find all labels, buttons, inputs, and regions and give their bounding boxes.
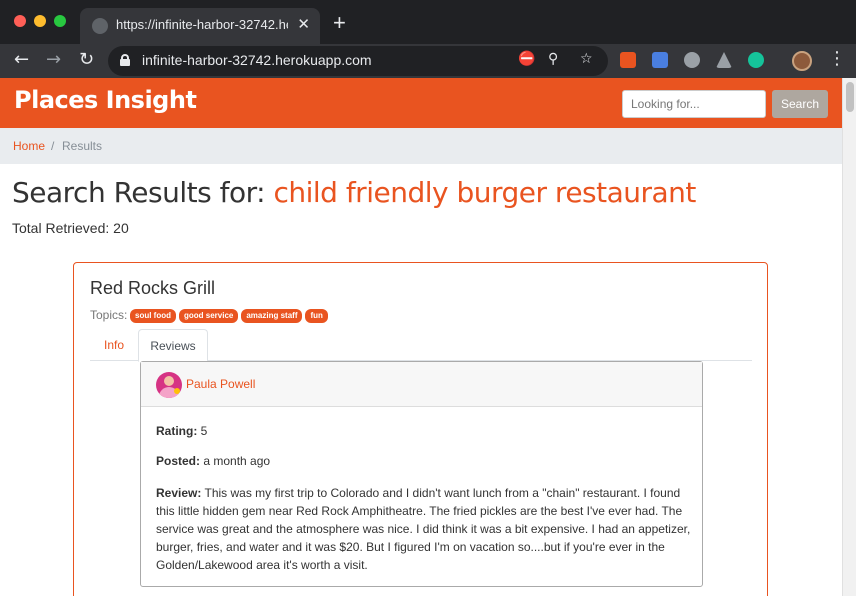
extension-shopping-icon[interactable] xyxy=(620,52,636,68)
place-tabs: Info Reviews xyxy=(90,329,752,362)
posted-value: a month ago xyxy=(203,454,271,468)
zoom-icon[interactable]: ⚲ xyxy=(548,51,558,67)
menu-dots-icon[interactable]: ⋮ xyxy=(828,48,846,69)
review-posted: Posted: a month ago xyxy=(156,454,270,468)
review-rating: Rating: 5 xyxy=(156,424,207,438)
topic-badge: good service xyxy=(179,309,239,323)
scrollbar-thumb[interactable] xyxy=(846,82,854,112)
url-text[interactable]: infinite-harbor-32742.herokuapp.com xyxy=(142,52,372,68)
reviewer-name[interactable]: Paula Powell xyxy=(186,377,255,391)
breadcrumb: Home / Results xyxy=(0,128,842,164)
topic-badge: amazing staff xyxy=(241,309,303,323)
breadcrumb-separator: / xyxy=(51,139,55,153)
posted-label: Posted: xyxy=(156,454,201,468)
globe-icon xyxy=(92,18,108,34)
browser-toolbar: ← → ↻ infinite-harbor-32742.herokuapp.co… xyxy=(0,44,856,78)
extension-chat-icon[interactable] xyxy=(684,52,700,68)
place-name: Red Rocks Grill xyxy=(90,278,216,298)
lock-icon[interactable] xyxy=(120,54,130,66)
back-arrow-icon[interactable]: ← xyxy=(14,49,29,70)
tab-title: https://infinite-harbor-32742.herokuapp.… xyxy=(116,17,288,32)
tab-info[interactable]: Info xyxy=(90,329,138,361)
topics-list: soul food good service amazing staff fun xyxy=(130,309,328,323)
topic-badge: soul food xyxy=(130,309,176,323)
site-navbar: Places Insight Search xyxy=(0,78,842,128)
minimize-window-button[interactable] xyxy=(34,15,46,27)
site-brand[interactable]: Places Insight xyxy=(14,86,197,114)
page-scrollbar[interactable] xyxy=(842,78,856,596)
review-card: Paula Powell Rating: 5 Posted: a month a… xyxy=(140,361,703,587)
page-title: Search Results for: child friendly burge… xyxy=(12,176,696,209)
blocked-content-icon[interactable]: ⛔ xyxy=(518,51,535,67)
review-header: Paula Powell xyxy=(141,362,702,407)
topic-badge: fun xyxy=(305,309,328,323)
avatar xyxy=(156,372,182,398)
review-body: Review: This was my first trip to Colora… xyxy=(156,484,691,574)
breadcrumb-current: Results xyxy=(62,139,103,153)
new-tab-button[interactable]: + xyxy=(333,10,346,36)
search-input[interactable] xyxy=(622,90,766,118)
rating-value: 5 xyxy=(200,424,208,438)
tab-reviews[interactable]: Reviews xyxy=(138,329,208,362)
review-text: This was my first trip to Colorado and I… xyxy=(156,486,691,572)
title-prefix: Search Results for: xyxy=(12,176,266,209)
profile-avatar-icon[interactable] xyxy=(792,51,812,71)
total-retrieved: Total Retrieved: 20 xyxy=(12,220,129,236)
search-query: child friendly burger restaurant xyxy=(273,176,696,209)
search-button[interactable]: Search xyxy=(772,90,828,118)
reload-icon[interactable]: ↻ xyxy=(79,49,94,70)
star-icon[interactable]: ☆ xyxy=(580,51,593,67)
browser-titlebar: https://infinite-harbor-32742.herokuapp.… xyxy=(0,0,856,44)
extension-drive-icon[interactable] xyxy=(716,52,732,68)
browser-tab[interactable]: https://infinite-harbor-32742.herokuapp.… xyxy=(80,8,320,44)
rating-label: Rating: xyxy=(156,424,198,438)
review-label: Review: xyxy=(156,486,202,500)
forward-arrow-icon[interactable]: → xyxy=(46,49,61,70)
extension-grammarly-icon[interactable] xyxy=(748,52,764,68)
web-page: Places Insight Search Home / Results Sea… xyxy=(0,78,842,596)
address-bar[interactable]: infinite-harbor-32742.herokuapp.com ⛔ ⚲ … xyxy=(108,46,608,76)
extension-translate-icon[interactable] xyxy=(652,52,668,68)
place-card: Red Rocks Grill Topics: soul food good s… xyxy=(73,262,768,596)
close-window-button[interactable] xyxy=(14,15,26,27)
breadcrumb-home-link[interactable]: Home xyxy=(13,139,45,153)
topics-label: Topics: xyxy=(90,308,128,322)
maximize-window-button[interactable] xyxy=(54,15,66,27)
tab-close-button[interactable]: ✕ xyxy=(297,15,310,33)
